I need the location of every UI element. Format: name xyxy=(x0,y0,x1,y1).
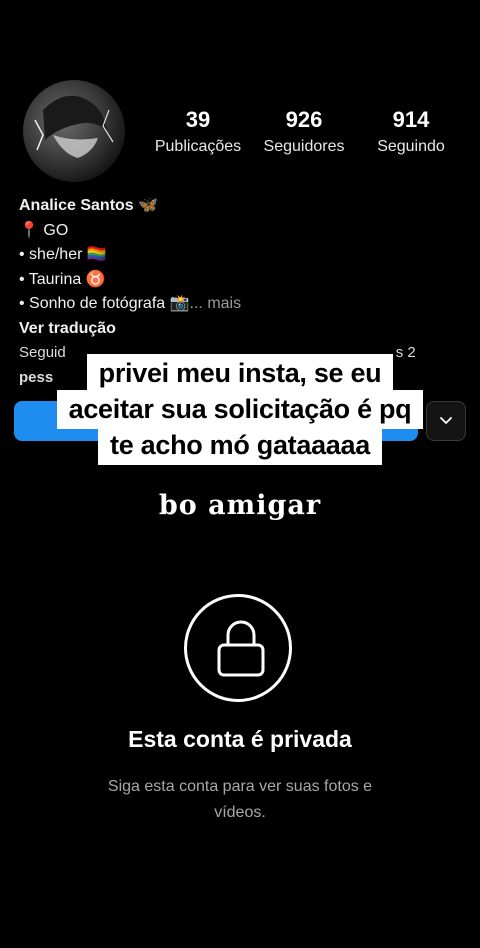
following-count-label: Seguindo xyxy=(377,138,445,155)
caption-line-2: aceitar sua solicitação é pq xyxy=(56,390,424,429)
lock-icon-circle xyxy=(184,594,292,702)
following-count[interactable]: 914 Seguindo xyxy=(366,106,456,160)
bio-dream: • Sonho de fotógrafa 📸 xyxy=(19,295,190,312)
followers-count-label: Seguidores xyxy=(263,138,345,155)
bio-sign: • Taurina ♉ xyxy=(19,270,106,288)
posts-count-label: Publicações xyxy=(154,138,242,155)
followers-count[interactable]: 926 Seguidores xyxy=(254,106,354,160)
bio-dream-line: • Sonho de fotógrafa 📸... mais xyxy=(19,292,459,317)
lock-icon xyxy=(217,620,265,677)
overlay-text: bo amigar xyxy=(158,490,322,521)
profile-name: Analice Santos 🦋 xyxy=(19,197,159,214)
private-account-title: Esta conta é privada xyxy=(128,726,352,752)
posts-count[interactable]: 39 Publicações xyxy=(144,106,252,160)
private-account-subtitle: Siga esta conta para ver suas fotos e ví… xyxy=(107,778,373,821)
caption-line-1: privei meu insta, se eu xyxy=(86,354,394,393)
caption-line-3: te acho mó gataaaaa xyxy=(98,426,382,465)
bio-location: 📍 GO xyxy=(19,221,69,239)
translate-link[interactable]: Ver tradução xyxy=(19,317,459,342)
caption-line-3-wrap: te acho mó gataaaaa xyxy=(0,426,480,465)
avatar[interactable] xyxy=(23,80,125,182)
caption-line-2-wrap: aceitar sua solicitação é pq xyxy=(0,390,480,429)
followers-count-value: 926 xyxy=(285,107,323,132)
caption-line-1-wrap: privei meu insta, se eu xyxy=(0,354,480,393)
bio-pronouns: • she/her 🏳️‍🌈 xyxy=(19,246,107,263)
posts-count-value: 39 xyxy=(185,107,211,132)
following-count-value: 914 xyxy=(392,107,430,132)
bio-more-link[interactable]: ... mais xyxy=(190,295,242,312)
